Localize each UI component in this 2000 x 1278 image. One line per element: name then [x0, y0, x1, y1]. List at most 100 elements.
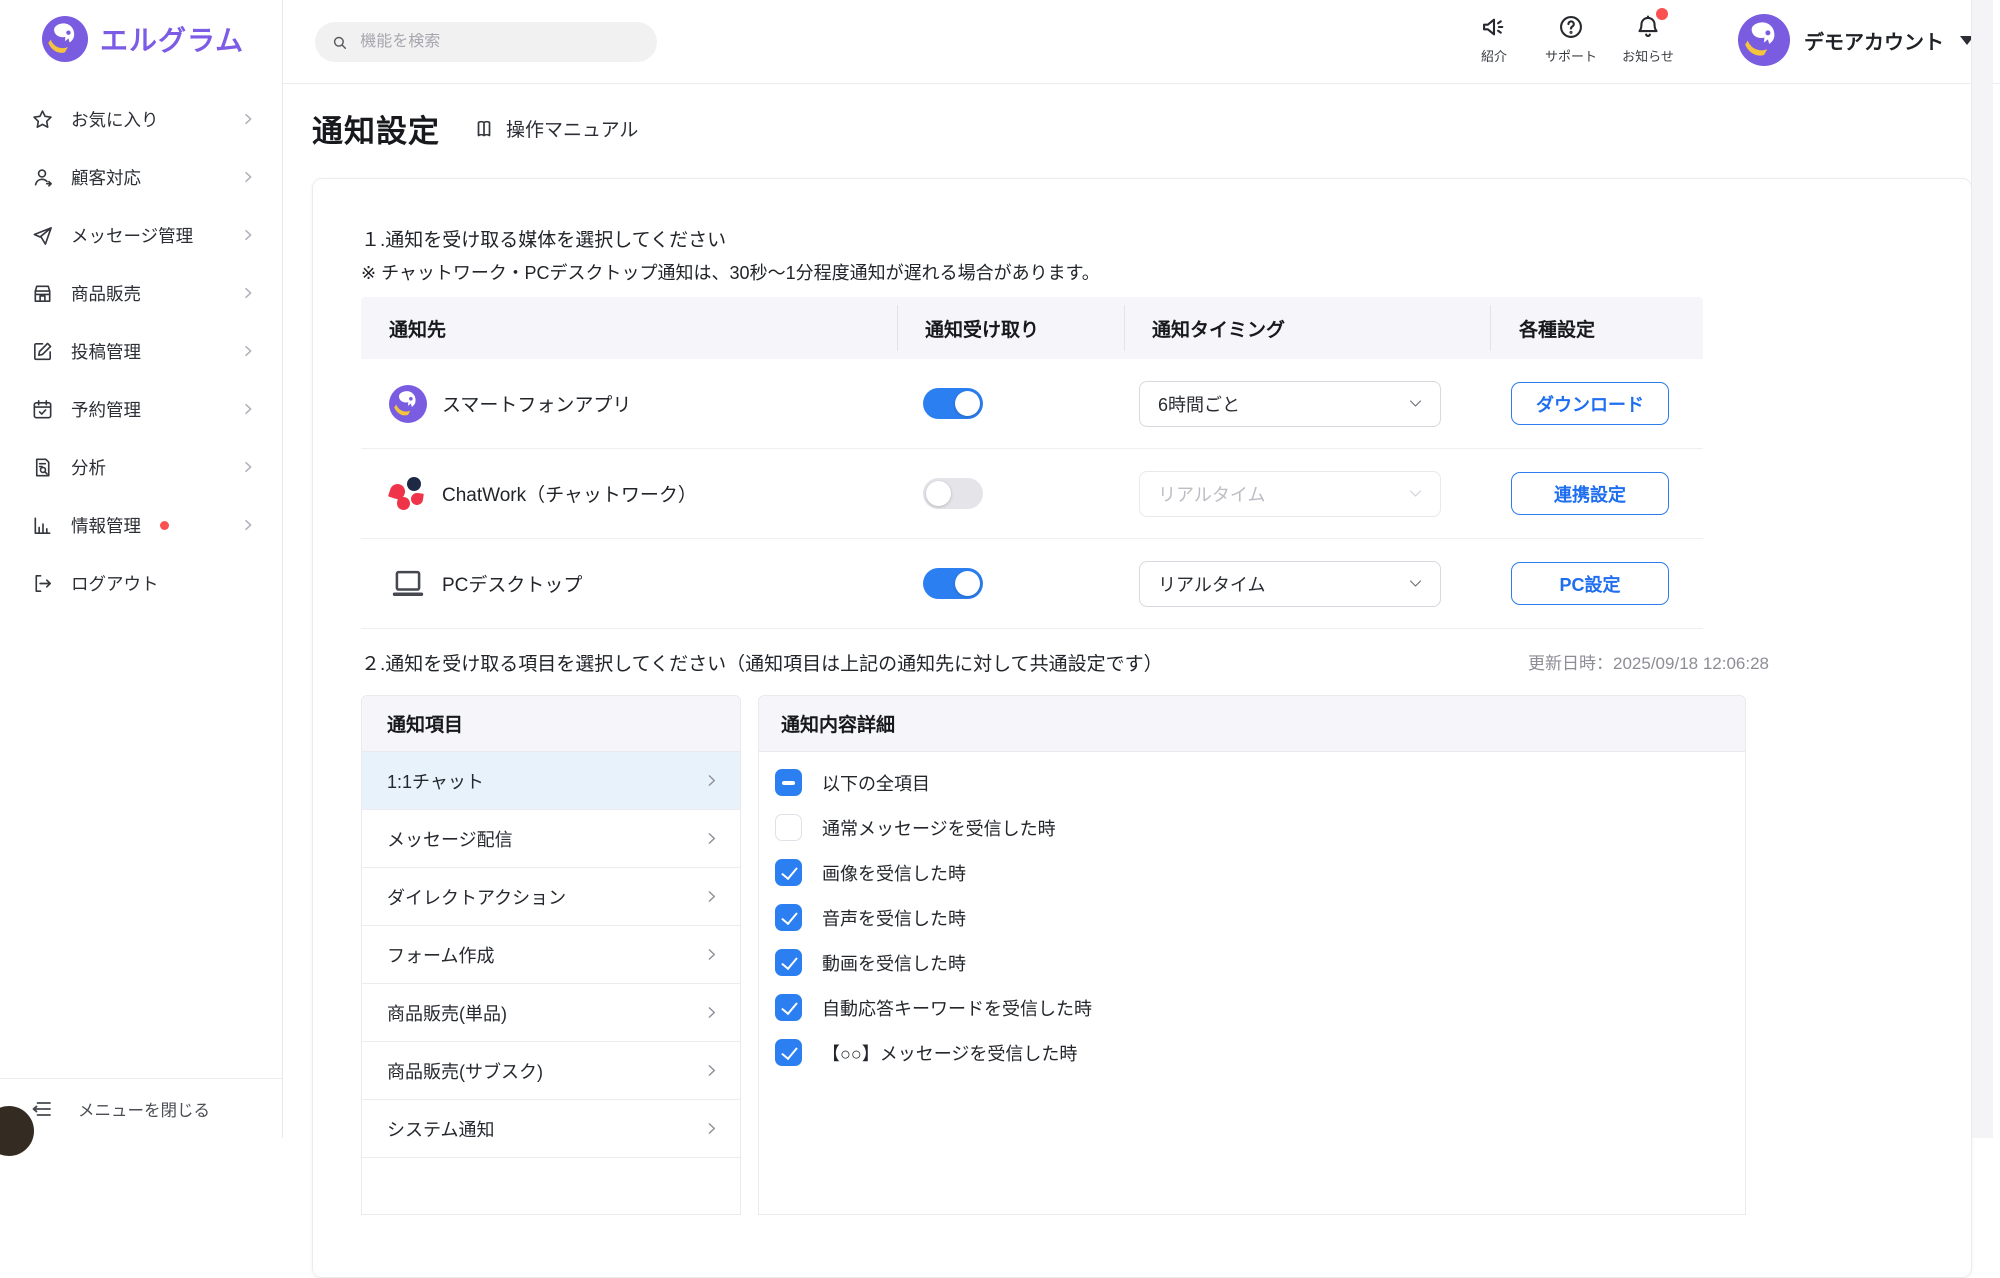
- sidebar-item-message-management[interactable]: メッセージ管理: [0, 206, 282, 264]
- search-input[interactable]: [360, 33, 641, 51]
- storefront-icon: [30, 281, 54, 305]
- notify-item-1-1-chat[interactable]: 1:1チャット: [362, 752, 740, 810]
- notices-button[interactable]: お知らせ: [1606, 12, 1690, 65]
- notify-item-product-subscription[interactable]: 商品販売(サブスク): [362, 1042, 740, 1100]
- timing-select[interactable]: リアルタイム: [1139, 561, 1441, 607]
- chevron-right-icon: [703, 830, 720, 847]
- link-settings-button[interactable]: 連携設定: [1511, 472, 1669, 515]
- column-divider: [897, 305, 898, 351]
- chevron-right-icon: [703, 772, 720, 789]
- checkbox[interactable]: [775, 949, 802, 976]
- timing-value: 6時間ごと: [1158, 391, 1240, 417]
- col-destination: 通知先: [389, 315, 446, 342]
- chatwork-icon: [389, 475, 427, 513]
- receive-toggle[interactable]: [923, 568, 983, 599]
- desktop-icon: [389, 565, 427, 603]
- page-title: 通知設定: [312, 106, 440, 151]
- sidebar-item-customer-support[interactable]: 顧客対応: [0, 148, 282, 206]
- checkbox[interactable]: [775, 1039, 802, 1066]
- media-row-chatwork: ChatWork（チャットワーク） リアルタイム 連携設定: [361, 449, 1703, 539]
- chevron-right-icon: [240, 459, 256, 475]
- avatar: [1738, 14, 1790, 66]
- notify-items-panel: 通知項目 1:1チャット メッセージ配信 ダイレクトアクション フォーム作成 商…: [361, 695, 741, 1215]
- chevron-right-icon: [240, 111, 256, 127]
- search-box[interactable]: [315, 22, 657, 62]
- checkbox[interactable]: [775, 814, 802, 841]
- timing-select[interactable]: 6時間ごと: [1139, 381, 1441, 427]
- notify-item-label: 商品販売(サブスク): [387, 1058, 543, 1084]
- notify-item-system-notification[interactable]: システム通知: [362, 1100, 740, 1158]
- menu-collapse-button[interactable]: メニューを閉じる: [0, 1078, 282, 1138]
- checkbox[interactable]: [775, 859, 802, 886]
- section2-heading: ２.通知を受け取る項目を選択してください（通知項目は上記の通知先に対して共通設定…: [361, 649, 1163, 676]
- sidebar-item-product-sales[interactable]: 商品販売: [0, 264, 282, 322]
- sidebar: エルグラム お気に入り 顧客対応 メッセージ管理 商品販売 投稿管理: [0, 0, 283, 1138]
- checkbox-label: 通常メッセージを受信した時: [822, 815, 1056, 841]
- sidebar-item-label: お気に入り: [71, 107, 159, 132]
- manual-link-label: 操作マニュアル: [506, 115, 638, 142]
- sidebar-menu: お気に入り 顧客対応 メッセージ管理 商品販売 投稿管理 予約管理: [0, 90, 282, 612]
- vertical-scrollbar[interactable]: [1971, 0, 1993, 1138]
- destination-name: ChatWork（チャットワーク）: [442, 480, 697, 507]
- media-row-smartphone-app: スマートフォンアプリ 6時間ごと ダウンロード: [361, 359, 1703, 449]
- chevron-right-icon: [240, 227, 256, 243]
- timing-value: リアルタイム: [1158, 571, 1265, 597]
- destination-name: スマートフォンアプリ: [442, 390, 631, 417]
- star-icon: [30, 107, 54, 131]
- notify-item-label: フォーム作成: [387, 942, 494, 968]
- support-label: サポート: [1545, 46, 1597, 65]
- notify-items-header: 通知項目: [362, 696, 740, 752]
- notify-item-form-creation[interactable]: フォーム作成: [362, 926, 740, 984]
- sidebar-item-post-management[interactable]: 投稿管理: [0, 322, 282, 380]
- paper-plane-icon: [30, 223, 54, 247]
- checkbox-label: 動画を受信した時: [822, 950, 966, 976]
- collapse-menu-label: メニューを閉じる: [78, 1097, 210, 1121]
- chevron-right-icon: [703, 888, 720, 905]
- manual-link[interactable]: 操作マニュアル: [472, 115, 638, 142]
- edit-icon: [30, 339, 54, 363]
- checkbox[interactable]: [775, 994, 802, 1021]
- chevron-right-icon: [240, 169, 256, 185]
- checkbox-row-audio-received: 音声を受信した時: [775, 895, 1745, 940]
- sidebar-item-reservation-management[interactable]: 予約管理: [0, 380, 282, 438]
- notices-label: お知らせ: [1622, 46, 1674, 65]
- bell-icon: [1633, 12, 1663, 42]
- sidebar-item-favorites[interactable]: お気に入り: [0, 90, 282, 148]
- sidebar-item-analytics[interactable]: 分析: [0, 438, 282, 496]
- notify-item-product-single[interactable]: 商品販売(単品): [362, 984, 740, 1042]
- logo-bird-icon: [42, 16, 88, 62]
- megaphone-icon: [1479, 12, 1509, 42]
- notify-item-label: 1:1チャット: [387, 768, 484, 794]
- receive-toggle[interactable]: [923, 478, 983, 509]
- checkbox-label: 音声を受信した時: [822, 905, 966, 931]
- notify-detail-header: 通知内容詳細: [759, 696, 1745, 752]
- sidebar-item-information-management[interactable]: 情報管理: [0, 496, 282, 554]
- download-button[interactable]: ダウンロード: [1511, 382, 1669, 425]
- sidebar-item-logout[interactable]: ログアウト: [0, 554, 282, 612]
- notification-dot: [160, 521, 169, 530]
- account-menu[interactable]: デモアカウント: [1738, 14, 1974, 66]
- col-timing: 通知タイミング: [1152, 315, 1285, 342]
- app-logo[interactable]: エルグラム: [42, 16, 244, 62]
- chevron-right-icon: [240, 517, 256, 533]
- referral-button[interactable]: 紹介: [1452, 12, 1536, 65]
- checkbox[interactable]: [775, 769, 802, 796]
- pc-settings-button[interactable]: PC設定: [1511, 562, 1669, 605]
- media-table: 通知先 通知受け取り 通知タイミング 各種設定 スマートフォンアプリ 6時間ごと: [361, 297, 1703, 629]
- sidebar-item-label: 顧客対応: [71, 165, 141, 190]
- support-button[interactable]: サポート: [1529, 12, 1613, 65]
- chevron-right-icon: [703, 1062, 720, 1079]
- sidebar-item-label: メッセージ管理: [71, 223, 193, 248]
- col-settings: 各種設定: [1519, 315, 1595, 342]
- chevron-down-icon: [1407, 395, 1424, 412]
- chevron-right-icon: [703, 946, 720, 963]
- chevron-down-icon: [1407, 575, 1424, 592]
- column-divider: [1124, 305, 1125, 351]
- checkbox[interactable]: [775, 904, 802, 931]
- notification-dot: [1656, 8, 1668, 20]
- notify-item-direct-action[interactable]: ダイレクトアクション: [362, 868, 740, 926]
- sidebar-item-label: 情報管理: [71, 513, 141, 538]
- account-name: デモアカウント: [1804, 26, 1944, 55]
- receive-toggle[interactable]: [923, 388, 983, 419]
- notify-item-message-delivery[interactable]: メッセージ配信: [362, 810, 740, 868]
